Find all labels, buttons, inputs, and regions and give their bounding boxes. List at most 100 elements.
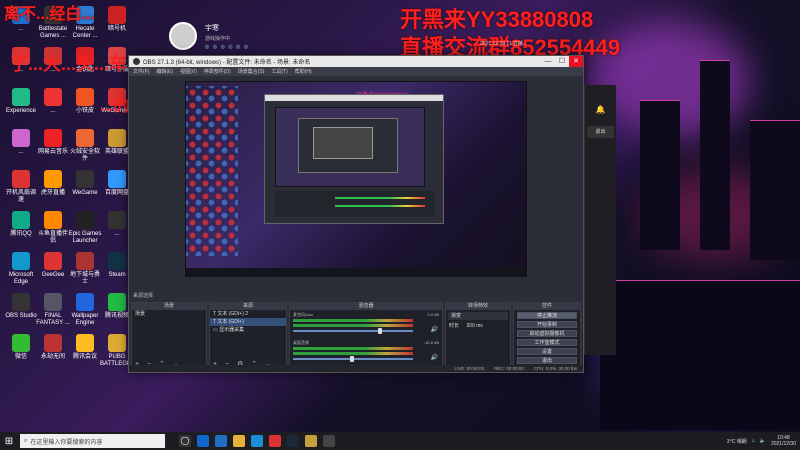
app-icon bbox=[108, 6, 126, 24]
chrome-icon[interactable] bbox=[269, 435, 281, 447]
search-placeholder: 在这里输入你要搜索的内容 bbox=[30, 439, 103, 446]
scene-item[interactable]: 场景 bbox=[132, 310, 206, 318]
explorer-icon[interactable] bbox=[233, 435, 245, 447]
desktop-icon[interactable]: WeGame bbox=[68, 170, 102, 197]
edge-icon[interactable] bbox=[197, 435, 209, 447]
studio-mode-button[interactable]: 工作室模式 bbox=[517, 339, 577, 346]
obs-preview[interactable]: 开黑来YY33880808 bbox=[185, 81, 527, 277]
volume-icon[interactable]: 🔈 bbox=[760, 438, 766, 444]
exit-button[interactable]: 退出 bbox=[517, 357, 577, 364]
app-icon bbox=[108, 129, 126, 147]
duration-input[interactable]: 300 ms bbox=[466, 323, 482, 329]
start-recording-button[interactable]: 开始录制 bbox=[517, 321, 577, 328]
app-icon bbox=[76, 252, 94, 270]
game-icon[interactable] bbox=[305, 435, 317, 447]
wallpaper-building bbox=[640, 100, 680, 250]
desktop-icon[interactable]: Wallpaper Engine bbox=[68, 293, 102, 327]
speaker-icon[interactable]: 🔊 bbox=[431, 326, 438, 333]
volume-slider[interactable] bbox=[293, 330, 413, 332]
steam-icon[interactable] bbox=[287, 435, 299, 447]
source-item[interactable]: ▭ 显示器采集 bbox=[210, 326, 286, 334]
menu-item[interactable]: 工具(T) bbox=[271, 68, 287, 75]
desktop-icon-label: 开机风扇调速 bbox=[5, 190, 36, 203]
volume-slider-knob[interactable] bbox=[350, 356, 354, 362]
weather-text[interactable]: 3°C 晴朗 bbox=[727, 438, 747, 445]
taskbar-search[interactable]: ⌕ 在这里输入你要搜索的内容 bbox=[20, 434, 165, 448]
menu-item[interactable]: 场景集合(S) bbox=[238, 68, 265, 75]
desktop-icon[interactable]: Experience bbox=[4, 88, 38, 115]
network-icon[interactable]: ⌂ bbox=[752, 438, 755, 444]
desktop-icon-label: 小铁皮 bbox=[75, 108, 94, 114]
source-item[interactable]: T 文本 (GDI+) 2 bbox=[210, 310, 286, 318]
side-exit-button[interactable]: 退出 bbox=[587, 126, 614, 138]
desktop-icon[interactable]: OBS Studio bbox=[4, 293, 38, 320]
desktop-icon-label: Epic Games Launcher bbox=[68, 231, 102, 244]
taskbar-apps: ◯ bbox=[179, 435, 335, 447]
task-view-icon[interactable]: ◯ bbox=[179, 435, 191, 447]
preview-meter bbox=[335, 205, 425, 207]
store-icon[interactable] bbox=[215, 435, 227, 447]
desktop-icon[interactable]: Microsoft Edge bbox=[4, 252, 38, 286]
desktop-icon[interactable]: GeeGee bbox=[36, 252, 70, 279]
windows-start-icon[interactable]: ⊞ bbox=[0, 432, 18, 450]
desktop-icon[interactable]: 腾讯QQ bbox=[4, 211, 38, 238]
desktop-icon[interactable]: 火绒安全软件 bbox=[68, 129, 102, 163]
bell-icon[interactable]: 🔔 bbox=[585, 105, 616, 114]
desktop-icon-label: 网易云音乐 bbox=[37, 149, 68, 155]
app-icon bbox=[108, 334, 126, 352]
app-icon bbox=[12, 293, 30, 311]
desktop: ... Battlestate Games ... Hecate Center ..… bbox=[0, 0, 800, 432]
desktop-icon-label: WeGame bbox=[72, 190, 98, 196]
virtual-camera-button[interactable]: 启动虚拟摄像机 bbox=[517, 330, 577, 337]
source-selection-label: 来源选择 bbox=[133, 293, 154, 299]
menu-item[interactable]: 视图(V) bbox=[180, 68, 197, 75]
maximize-button[interactable]: ☐ bbox=[555, 56, 569, 67]
desktop-icon[interactable]: Epic Games Launcher bbox=[68, 211, 102, 245]
preview-desktop-icons bbox=[186, 86, 238, 256]
obs-titlebar[interactable]: OBS 27.1.3 (64-bit, windows) - 配置文件: 未命名… bbox=[129, 56, 583, 67]
desktop-icon[interactable]: 小铁皮 bbox=[68, 88, 102, 115]
app-icon bbox=[108, 252, 126, 270]
desktop-icon[interactable]: 虎牙直播 bbox=[36, 170, 70, 197]
obs-taskbar-icon[interactable] bbox=[323, 435, 335, 447]
volume-slider-knob[interactable] bbox=[378, 328, 382, 334]
obs-window[interactable]: OBS 27.1.3 (64-bit, windows) - 配置文件: 未命名… bbox=[128, 55, 584, 373]
mail-icon[interactable] bbox=[251, 435, 263, 447]
app-icon bbox=[44, 88, 62, 106]
streamer-icons-row: ◎ ◎ ◎ ◎ ◎ ◎ bbox=[205, 44, 250, 50]
settings-button[interactable]: 设置 bbox=[517, 348, 577, 355]
menu-item[interactable]: 编辑(E) bbox=[156, 68, 173, 75]
desktop-icon[interactable]: 暗号机 bbox=[100, 6, 134, 33]
speaker-icon[interactable]: 🔊 bbox=[431, 354, 438, 361]
mixer-channel-name: 桌面音频 bbox=[293, 340, 309, 345]
preview-nested-obs bbox=[298, 118, 398, 173]
minimize-button[interactable]: — bbox=[541, 56, 555, 67]
menu-item[interactable]: 帮助(H) bbox=[295, 68, 312, 75]
source-item[interactable]: T 文本 (GDI+) bbox=[210, 318, 286, 326]
desktop-icon[interactable]: FINAL FANTASY ... bbox=[36, 293, 70, 327]
clock[interactable]: 10:48 2021/12/30 bbox=[771, 435, 796, 447]
desktop-icon[interactable]: 地下城与勇士 bbox=[68, 252, 102, 286]
preview-mixer bbox=[275, 191, 435, 217]
menu-item[interactable]: 文件(F) bbox=[133, 68, 149, 75]
menu-item[interactable]: 停靠部件(D) bbox=[204, 68, 231, 75]
app-icon bbox=[44, 252, 62, 270]
desktop-icon[interactable]: ... bbox=[4, 129, 38, 156]
desktop-icon[interactable]: 微信 bbox=[4, 334, 38, 361]
desktop-icon[interactable]: 斗鱼直播伴侣 bbox=[36, 211, 70, 245]
desktop-icon[interactable]: 网易云音乐 bbox=[36, 129, 70, 156]
mixer-channel-desktop: 桌面音频 -16.6 dB 🔊 bbox=[290, 338, 442, 366]
close-button[interactable]: ✕ bbox=[569, 56, 583, 67]
stop-streaming-button[interactable]: 停止推流 bbox=[517, 312, 577, 319]
desktop-icon[interactable]: 腾讯会议 bbox=[68, 334, 102, 361]
duration-row: 时长 300 ms bbox=[446, 322, 510, 330]
desktop-icon[interactable]: ... bbox=[36, 88, 70, 115]
mixer-channel-db: 0.0 dB bbox=[427, 312, 439, 317]
transition-select[interactable]: 渐变 bbox=[448, 312, 508, 320]
desktop-icon-label: ... bbox=[114, 231, 120, 237]
desktop-icon[interactable]: 开机风扇调速 bbox=[4, 170, 38, 204]
app-icon bbox=[108, 170, 126, 188]
streamer-info: 宇寒 游戏操作中 ◎ ◎ ◎ ◎ ◎ ◎ bbox=[165, 18, 405, 58]
desktop-icon[interactable]: 永劫无间 bbox=[36, 334, 70, 361]
obs-logo-icon bbox=[133, 58, 140, 65]
